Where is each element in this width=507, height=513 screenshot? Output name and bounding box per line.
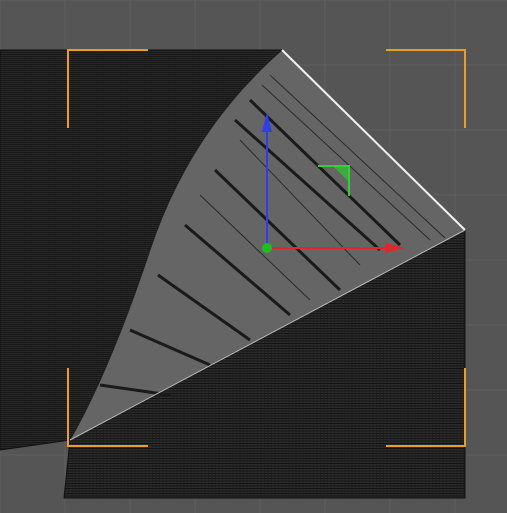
selection-corner-top-right <box>386 49 466 128</box>
move-z-handle-icon[interactable] <box>262 243 272 253</box>
viewport-canvas[interactable] <box>0 0 507 513</box>
3d-viewport[interactable] <box>0 0 507 513</box>
